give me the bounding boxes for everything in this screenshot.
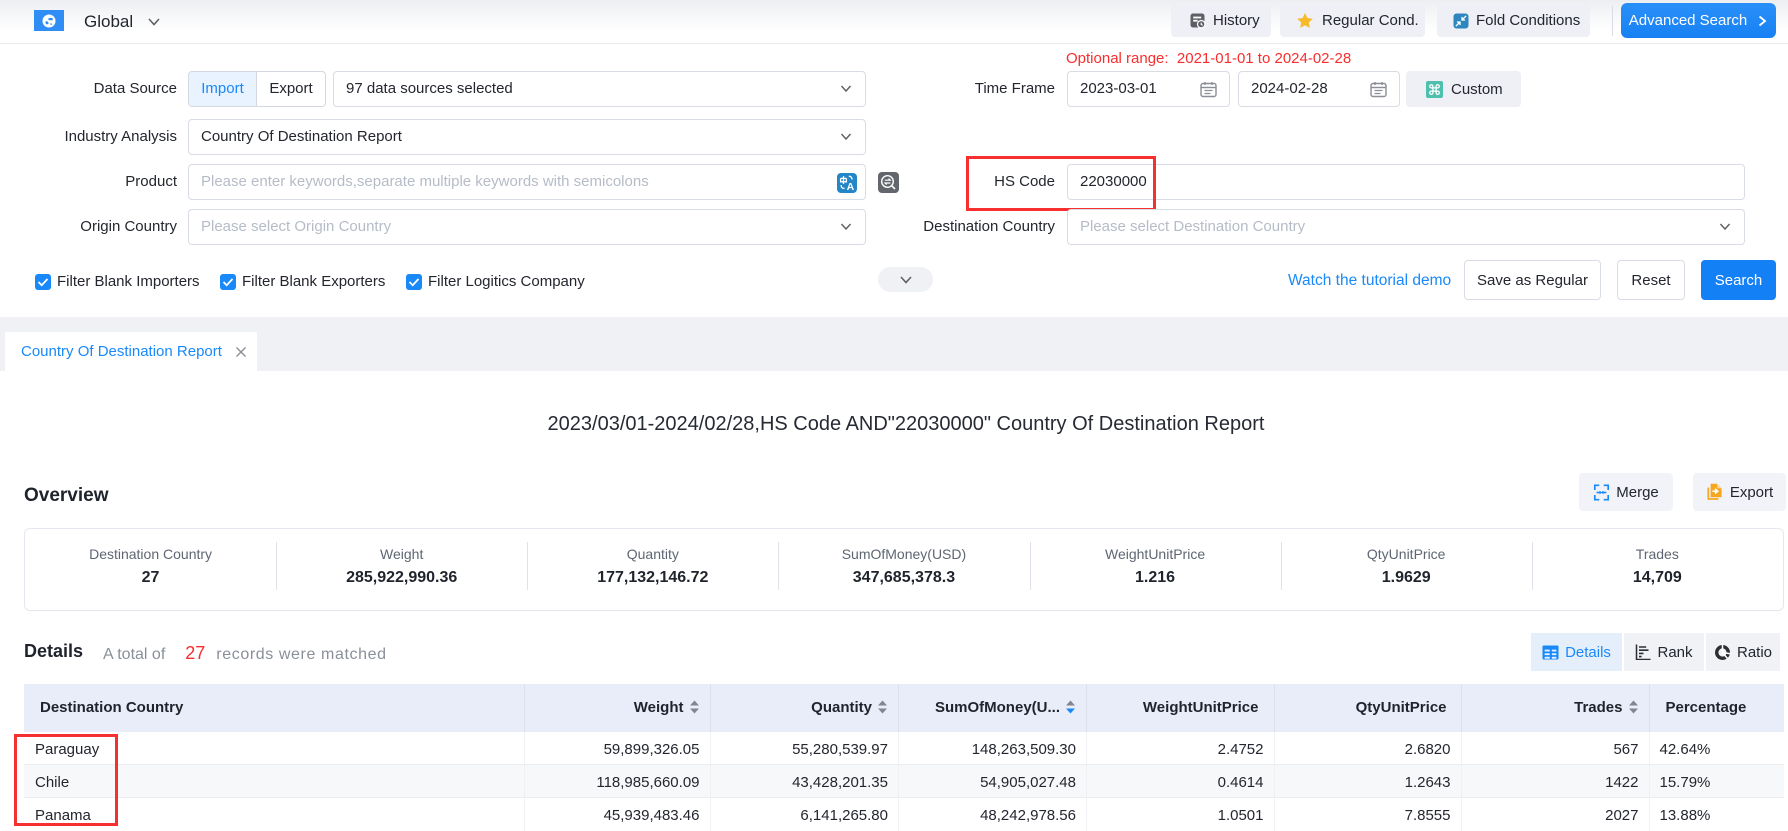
svg-text:A: A [847,181,855,193]
